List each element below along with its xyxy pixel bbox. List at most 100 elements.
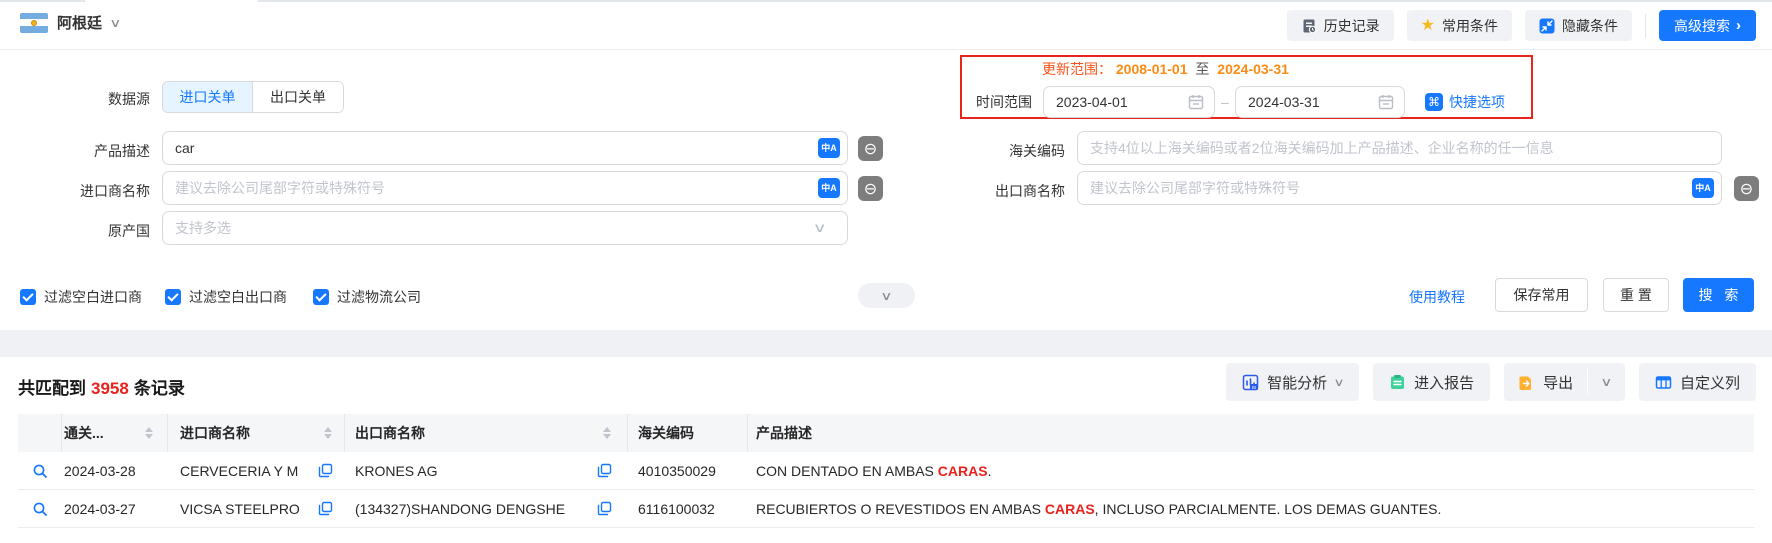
hs-code-label: 海关编码: [1009, 143, 1065, 159]
filter-blank-importer-label: 过滤空白进口商: [44, 289, 142, 305]
origin-country-select[interactable]: [162, 211, 848, 245]
chevron-down-icon: ∨: [1600, 375, 1613, 389]
chevron-down-icon: ∨: [880, 288, 893, 303]
tutorial-link[interactable]: 使用教程: [1409, 287, 1465, 307]
cell-description: RECUBIERTOS O REVESTIDOS EN AMBAS CARAS,…: [748, 501, 1754, 517]
history-icon: [1303, 19, 1316, 33]
sort-icon[interactable]: [324, 427, 332, 439]
header-clearance-date[interactable]: 通关...: [62, 414, 168, 452]
checkbox-checked-icon: [165, 289, 181, 305]
table-header-row: 通关... 进口商名称 出口商名称 海关编码 产品描述: [18, 414, 1754, 452]
export-split-button: 导出 ∨: [1504, 363, 1625, 401]
chevron-down-icon: ∨: [109, 15, 122, 30]
quick-options-label: 快捷选项: [1449, 94, 1505, 110]
favorite-conditions-button[interactable]: ★ 常用条件: [1406, 10, 1512, 41]
header-hs-code: 海关编码: [628, 414, 748, 452]
tab-export-declarations[interactable]: 出口关单: [253, 82, 343, 112]
filter-blank-importer-checkbox[interactable]: 过滤空白进口商: [20, 287, 142, 307]
date-separator: –: [1221, 94, 1229, 110]
reset-button[interactable]: 重 置: [1603, 278, 1669, 312]
header-exporter-name[interactable]: 出口商名称: [345, 414, 628, 452]
customize-columns-button[interactable]: 自定义列: [1638, 363, 1756, 401]
search-button[interactable]: 搜 索: [1683, 278, 1754, 312]
description-text: .: [987, 462, 992, 479]
export-button[interactable]: 导出: [1504, 363, 1587, 401]
chevron-right-icon: ›: [1736, 17, 1741, 34]
quick-options-link[interactable]: ⌘ 快捷选项: [1425, 92, 1505, 112]
export-dropdown-button[interactable]: ∨: [1588, 363, 1625, 401]
history-button[interactable]: 历史记录: [1286, 10, 1394, 41]
svg-text:BI: BI: [1252, 384, 1256, 389]
collapse-form-button[interactable]: ∨: [858, 283, 915, 308]
export-icon: [1519, 375, 1532, 390]
enter-report-label: 进入报告: [1414, 374, 1475, 392]
analysis-chart-icon: BI: [1242, 374, 1259, 390]
cell-importer: VICSA STEELPRO: [180, 500, 300, 517]
enter-report-button[interactable]: 进入报告: [1373, 363, 1491, 401]
header-importer-name[interactable]: 进口商名称: [168, 414, 345, 452]
table-row[interactable]: 2024-03-28 CERVECERIA Y M KRONES AG 4010: [18, 452, 1754, 490]
detail-search-icon[interactable]: [32, 463, 48, 479]
calendar-icon[interactable]: [1378, 94, 1394, 110]
save-conditions-button[interactable]: 保存常用: [1495, 278, 1588, 312]
copy-icon[interactable]: [318, 501, 333, 516]
translate-icon[interactable]: 中A: [818, 178, 840, 198]
detail-search-icon[interactable]: [32, 501, 48, 517]
update-range-start: 2008-01-01: [1115, 61, 1188, 77]
header-clearance-date-label: 通关...: [64, 425, 104, 441]
checkbox-checked-icon: [20, 289, 36, 305]
favorite-conditions-label: 常用条件: [1442, 17, 1498, 34]
translate-icon[interactable]: 中A: [1692, 178, 1714, 198]
update-range-end: 2024-03-31: [1217, 61, 1289, 77]
product-description-label: 产品描述: [94, 143, 150, 159]
hs-code-input[interactable]: [1077, 131, 1722, 165]
advanced-search-button[interactable]: 高级搜索 ›: [1659, 10, 1756, 41]
results-section: 共匹配到 3958 条记录 BI 智能分析 ∨ 进入报告 导出 ∨ 自定义列 通…: [0, 357, 1772, 543]
topbar: 阿根廷 ∨ 历史记录 ★ 常用条件 隐藏条件 高级搜索 ›: [0, 0, 1772, 50]
header-exporter-label: 出口商名称: [355, 425, 425, 441]
table-row[interactable]: 2024-03-27 VICSA STEELPRO (134327)SHANDO…: [18, 490, 1754, 528]
advanced-search-label: 高级搜索: [1674, 17, 1730, 34]
collapse-icon: [1539, 18, 1555, 33]
cell-exporter: (134327)SHANDONG DENGSHE: [355, 500, 566, 517]
calendar-icon[interactable]: [1188, 94, 1204, 110]
cell-date: 2024-03-27: [64, 500, 136, 517]
hide-conditions-label: 隐藏条件: [1562, 17, 1618, 34]
filter-logistics-checkbox[interactable]: 过滤物流公司: [313, 287, 421, 307]
tab-import-declarations[interactable]: 进口关单: [163, 82, 253, 112]
summary-suffix: 条记录: [133, 379, 185, 398]
country-selector[interactable]: 阿根廷 ∨: [20, 12, 122, 33]
time-range-label: 时间范围: [976, 94, 1032, 110]
exclude-toggle-icon[interactable]: ⊖: [1734, 176, 1759, 201]
top-edge-gap: [85, 0, 258, 2]
product-description-input[interactable]: [162, 131, 848, 165]
copy-icon[interactable]: [597, 501, 612, 516]
exclude-toggle-icon[interactable]: ⊖: [858, 176, 883, 201]
importer-name-input[interactable]: [162, 171, 848, 205]
results-summary: 共匹配到 3958 条记录: [18, 374, 185, 399]
chevron-down-icon[interactable]: ∨: [813, 220, 827, 236]
hide-conditions-button[interactable]: 隐藏条件: [1525, 10, 1632, 41]
datasource-tabs: 进口关单 出口关单: [162, 81, 344, 113]
smart-analysis-button[interactable]: BI 智能分析 ∨: [1226, 363, 1360, 401]
results-toolbar: BI 智能分析 ∨ 进入报告 导出 ∨ 自定义列: [1226, 363, 1756, 401]
cell-hs-code: 6116100032: [638, 500, 715, 517]
copy-icon[interactable]: [318, 463, 333, 478]
columns-icon: [1655, 375, 1672, 389]
header-product-description: 产品描述: [756, 425, 812, 441]
description-highlight: CARAS: [937, 462, 988, 479]
top-edge-line: [0, 0, 1772, 2]
smart-analysis-label: 智能分析: [1267, 374, 1328, 392]
sort-icon[interactable]: [603, 427, 611, 439]
header-importer-label: 进口商名称: [180, 425, 250, 441]
translate-icon[interactable]: 中A: [818, 138, 840, 158]
copy-icon[interactable]: [597, 463, 612, 478]
cell-exporter: KRONES AG: [355, 462, 438, 479]
description-highlight: CARAS: [1044, 500, 1095, 517]
filter-blank-exporter-checkbox[interactable]: 过滤空白出口商: [165, 287, 287, 307]
header-detail-column: [18, 414, 62, 452]
exclude-toggle-icon[interactable]: ⊖: [858, 136, 883, 161]
sort-icon[interactable]: [145, 427, 153, 439]
star-icon: ★: [1420, 16, 1435, 34]
exporter-name-input[interactable]: [1077, 171, 1722, 205]
